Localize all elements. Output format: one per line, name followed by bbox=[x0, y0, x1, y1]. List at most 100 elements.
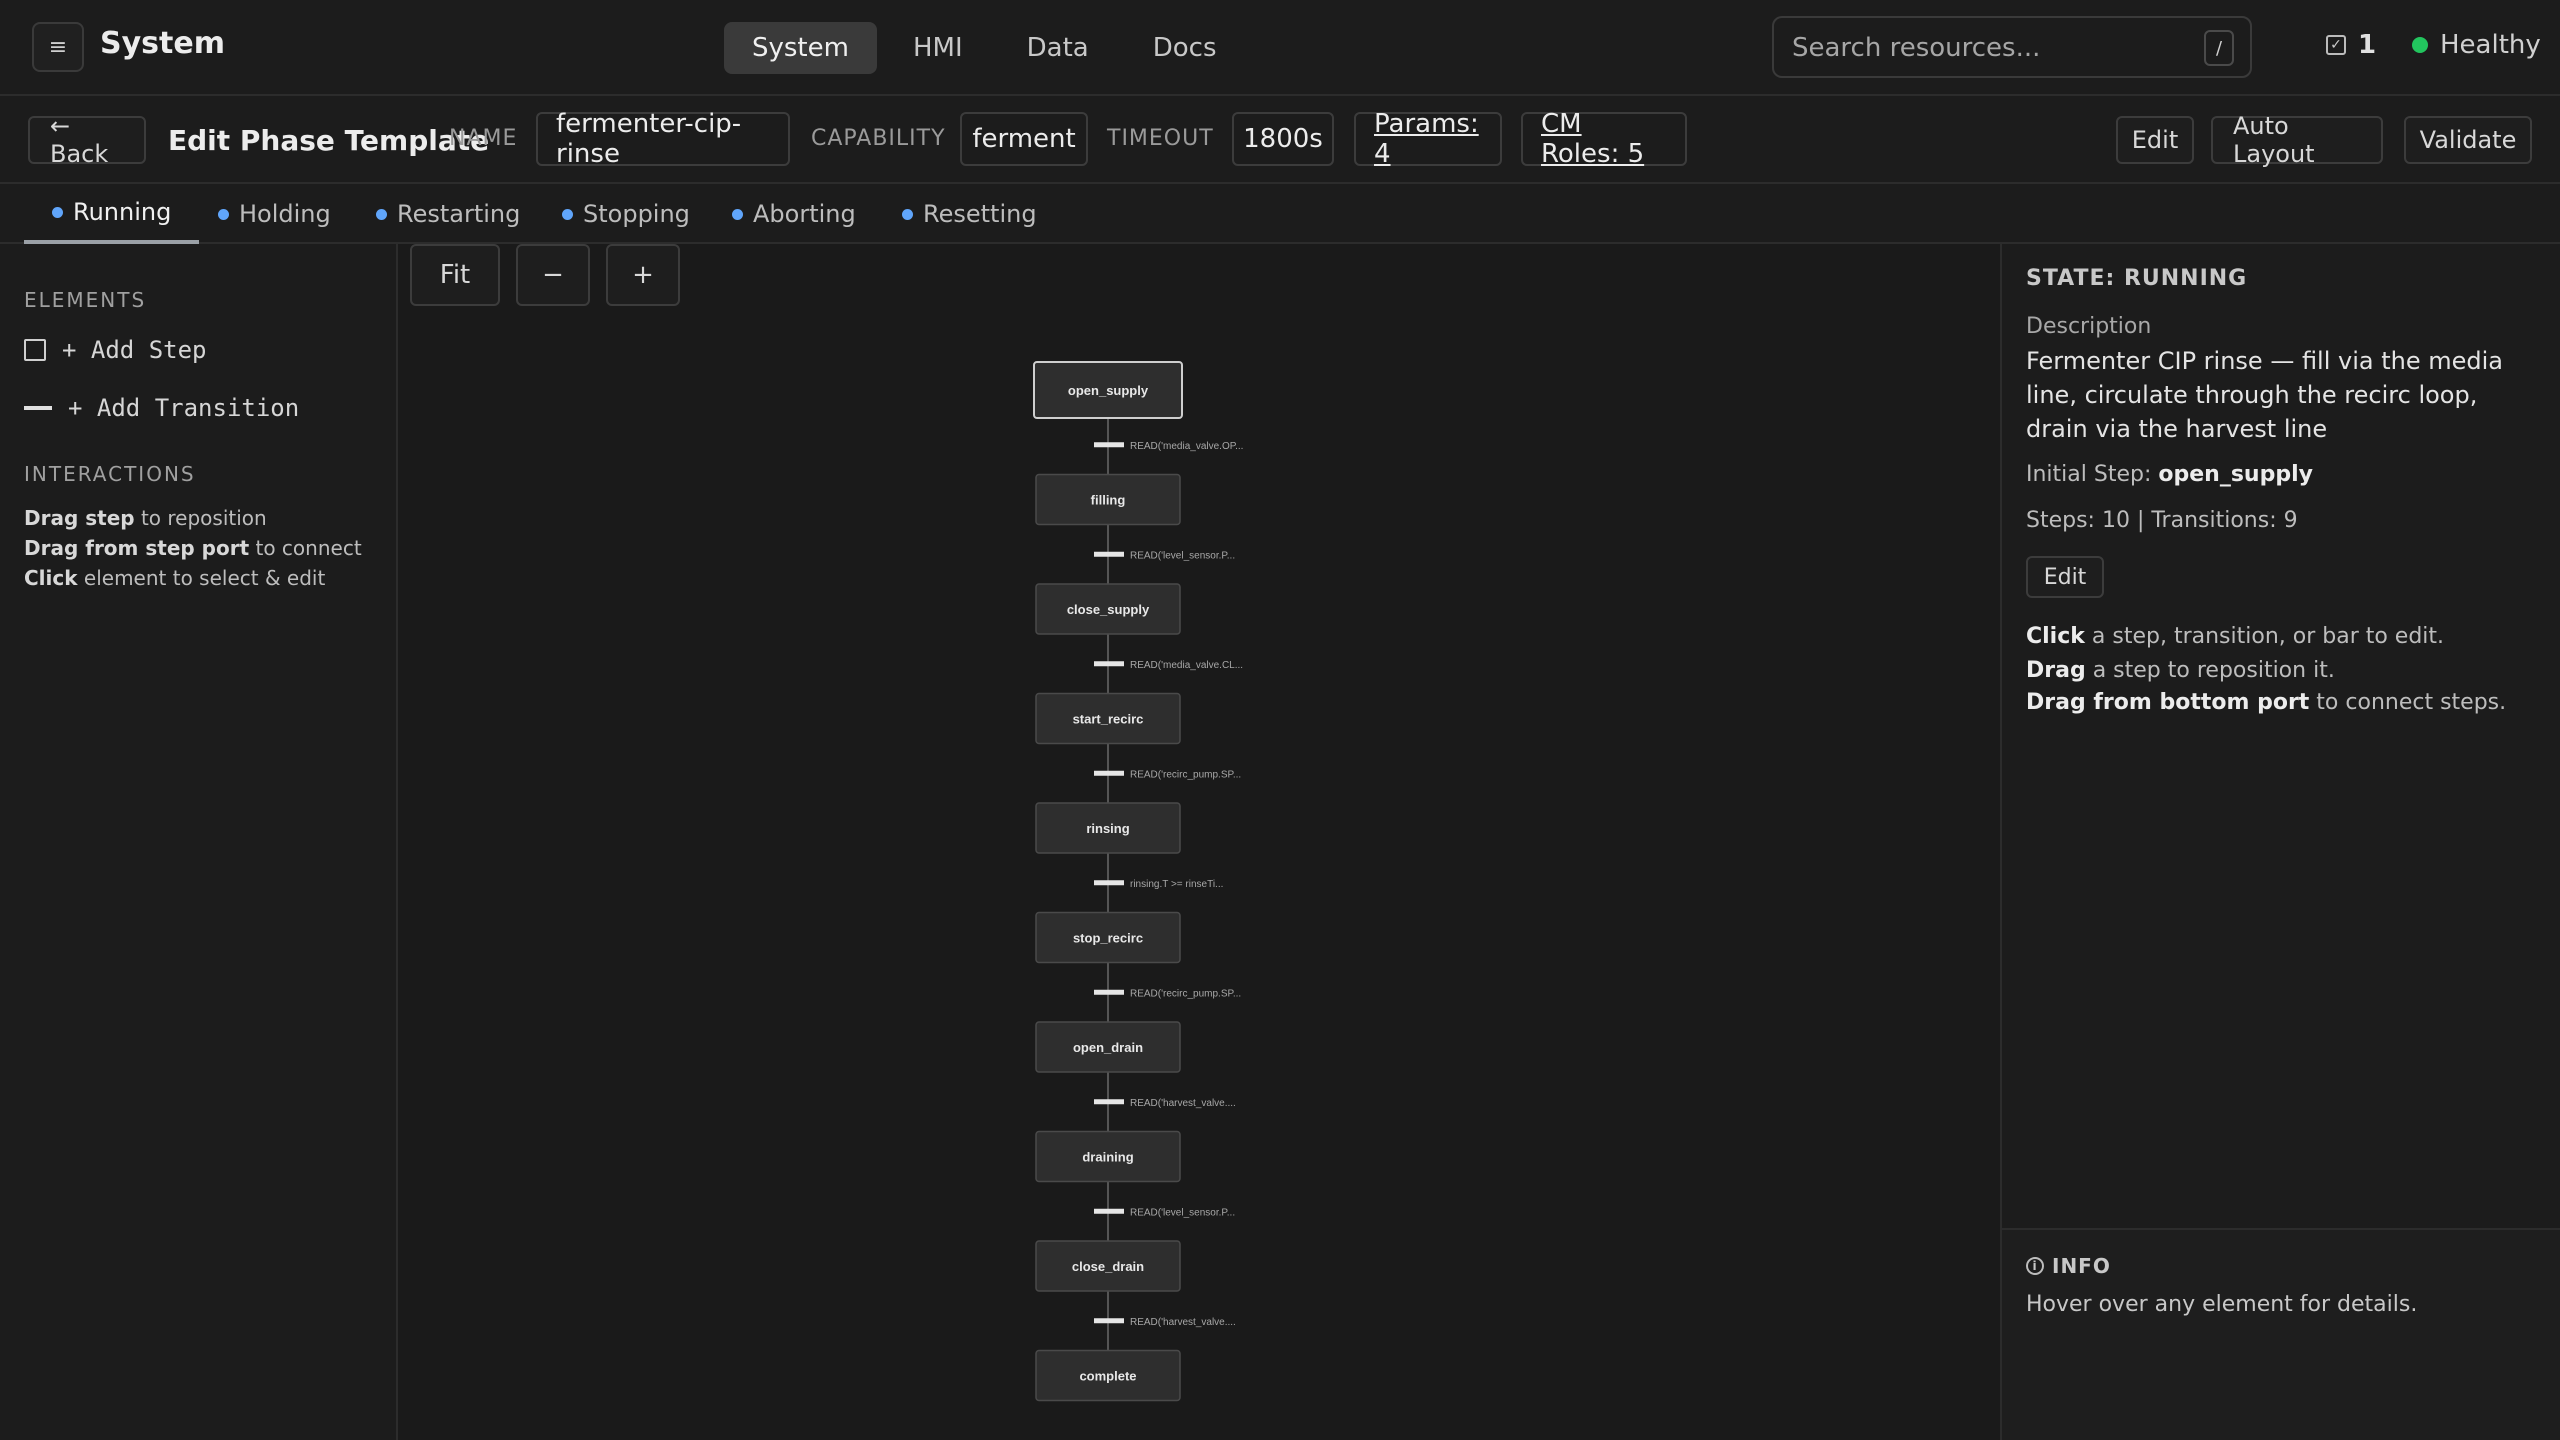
transition-bar[interactable] bbox=[1094, 551, 1124, 557]
initial-step-label: Initial Step: bbox=[2026, 462, 2152, 487]
info-heading-label: INFO bbox=[2052, 1254, 2111, 1278]
transition-bar-icon bbox=[24, 406, 52, 410]
tip-bold: Drag from bottom port bbox=[2026, 690, 2310, 715]
transition-condition[interactable]: READ('harvest_valve.... bbox=[1130, 1098, 1236, 1109]
params-button[interactable]: Params: 4 bbox=[1354, 109, 1502, 169]
step-label-rinsing[interactable]: rinsing bbox=[1086, 821, 1129, 836]
back-button[interactable]: ← Back bbox=[28, 112, 146, 168]
state-dot-icon bbox=[562, 208, 573, 220]
step-label-draining[interactable]: draining bbox=[1082, 1150, 1133, 1165]
tab-label: Aborting bbox=[753, 200, 856, 228]
state-tabs: Running Holding Restarting Stopping Abor… bbox=[0, 184, 2560, 244]
tab-aborting[interactable]: Aborting bbox=[732, 184, 856, 244]
tab-stopping[interactable]: Stopping bbox=[562, 184, 690, 244]
nav-hmi[interactable]: HMI bbox=[885, 22, 991, 74]
step-label-stop_recirc[interactable]: stop_recirc bbox=[1073, 931, 1143, 946]
state-dot-icon bbox=[902, 208, 913, 220]
transition-condition[interactable]: READ('media_valve.CL... bbox=[1130, 660, 1243, 671]
transition-condition[interactable]: rinsing.T >= rinseTi... bbox=[1130, 879, 1223, 890]
capability-field[interactable]: ferment bbox=[960, 112, 1088, 166]
tab-restarting[interactable]: Restarting bbox=[376, 184, 520, 244]
description-text: Fermenter CIP rinse — fill via the media… bbox=[2026, 347, 2503, 443]
tip-bold: Click bbox=[2026, 624, 2085, 649]
health-dot-icon bbox=[2412, 37, 2428, 53]
tip-bold: Drag bbox=[2026, 658, 2086, 683]
transition-condition[interactable]: READ('level_sensor.P... bbox=[1130, 550, 1235, 561]
info-icon: i bbox=[2026, 1257, 2044, 1275]
transition-bar[interactable] bbox=[1094, 770, 1124, 776]
step-label-filling[interactable]: filling bbox=[1091, 493, 1126, 508]
initial-step-line: Initial Step: open_supply bbox=[2026, 462, 2313, 487]
tip-line: Drag a step to reposition it. bbox=[2026, 658, 2335, 683]
add-step-label: + Add Step bbox=[62, 336, 207, 364]
transition-condition[interactable]: READ('harvest_valve.... bbox=[1130, 1317, 1236, 1328]
help-bold: Click bbox=[24, 566, 78, 590]
tip-line: Drag from bottom port to connect steps. bbox=[2026, 690, 2506, 715]
description-label: Description bbox=[2026, 314, 2152, 339]
add-transition-button[interactable]: + Add Transition bbox=[24, 394, 299, 422]
info-box: i INFO Hover over any element for detail… bbox=[2002, 1228, 2560, 1440]
state-dot-icon bbox=[52, 206, 63, 218]
step-label-open_drain[interactable]: open_drain bbox=[1073, 1040, 1143, 1055]
nav-docs[interactable]: Docs bbox=[1125, 22, 1245, 74]
step-label-close_supply[interactable]: close_supply bbox=[1067, 602, 1150, 617]
timeout-field[interactable]: 1800s bbox=[1232, 112, 1334, 166]
elements-heading: ELEMENTS bbox=[24, 288, 147, 312]
step-label-start_recirc[interactable]: start_recirc bbox=[1073, 712, 1144, 727]
name-label: NAME bbox=[449, 126, 518, 151]
info-text: Hover over any element for details. bbox=[2026, 1292, 2418, 1317]
cm-roles-button[interactable]: CM Roles: 5 bbox=[1521, 109, 1687, 169]
tip-line: Click a step, transition, or bar to edit… bbox=[2026, 624, 2444, 649]
transition-bar[interactable] bbox=[1094, 442, 1124, 448]
tab-resetting[interactable]: Resetting bbox=[902, 184, 1037, 244]
help-bold: Drag step bbox=[24, 506, 135, 530]
tab-holding[interactable]: Holding bbox=[218, 184, 331, 244]
transition-bar[interactable] bbox=[1094, 1099, 1124, 1105]
tab-running[interactable]: Running bbox=[24, 184, 200, 244]
health-label: Healthy bbox=[2440, 30, 2541, 60]
interactions-heading: INTERACTIONS bbox=[24, 462, 196, 486]
help-text: to reposition bbox=[134, 506, 267, 530]
hamburger-icon: ≡ bbox=[48, 34, 68, 60]
help-line: Drag step to reposition bbox=[24, 506, 267, 530]
validate-button[interactable]: Validate bbox=[2404, 116, 2532, 164]
tab-label: Running bbox=[73, 198, 172, 226]
help-line: Drag from step port to connect bbox=[24, 536, 362, 560]
top-bar: ≡ System System HMI Data Docs / ✓ 1 Heal… bbox=[0, 0, 2560, 96]
task-counter[interactable]: ✓ 1 bbox=[2326, 30, 2376, 60]
transition-bar[interactable] bbox=[1094, 1208, 1124, 1214]
add-step-button[interactable]: + Add Step bbox=[24, 336, 207, 364]
edit-button[interactable]: Edit bbox=[2116, 116, 2194, 164]
step-label-close_drain[interactable]: close_drain bbox=[1072, 1259, 1144, 1274]
transition-condition[interactable]: READ('media_valve.OP... bbox=[1130, 441, 1243, 452]
search-input[interactable] bbox=[1792, 28, 2192, 68]
menu-button[interactable]: ≡ bbox=[32, 22, 84, 72]
transition-bar[interactable] bbox=[1094, 989, 1124, 995]
name-field[interactable]: fermenter-cip-rinse bbox=[536, 109, 790, 169]
transition-bar[interactable] bbox=[1094, 661, 1124, 667]
timeout-label: TIMEOUT bbox=[1107, 126, 1214, 151]
nav-data[interactable]: Data bbox=[999, 22, 1117, 74]
step-label-complete[interactable]: complete bbox=[1079, 1369, 1136, 1384]
counts-text: Steps: 10 | Transitions: 9 bbox=[2026, 508, 2298, 533]
capability-label: CAPABILITY bbox=[811, 126, 946, 151]
search-shortcut-hint: / bbox=[2204, 30, 2234, 66]
transition-condition[interactable]: READ('recirc_pump.SP... bbox=[1130, 769, 1241, 780]
state-dot-icon bbox=[376, 208, 387, 220]
step-square-icon bbox=[24, 339, 46, 361]
health-status: Healthy bbox=[2412, 30, 2541, 60]
transition-condition[interactable]: READ('recirc_pump.SP... bbox=[1130, 988, 1241, 999]
tab-label: Restarting bbox=[397, 200, 521, 228]
help-text: element to select & edit bbox=[77, 566, 326, 590]
auto-layout-button[interactable]: Auto Layout bbox=[2211, 112, 2383, 168]
diagram-canvas[interactable]: Fit − + open_supply filling close_supply st… bbox=[400, 244, 2000, 1440]
sfc-diagram: open_supplyfilling close_supply start_reci… bbox=[1033, 361, 1243, 1402]
transition-bar[interactable] bbox=[1094, 1318, 1124, 1324]
nav-system[interactable]: System bbox=[724, 22, 877, 74]
task-count: 1 bbox=[2358, 30, 2377, 60]
checkbox-icon: ✓ bbox=[2326, 35, 2346, 55]
step-label-open_supply[interactable]: open_supply bbox=[1068, 383, 1149, 398]
edit-state-button[interactable]: Edit bbox=[2026, 556, 2104, 598]
transition-condition[interactable]: READ('level_sensor.P... bbox=[1130, 1207, 1235, 1218]
transition-bar[interactable] bbox=[1094, 880, 1124, 886]
